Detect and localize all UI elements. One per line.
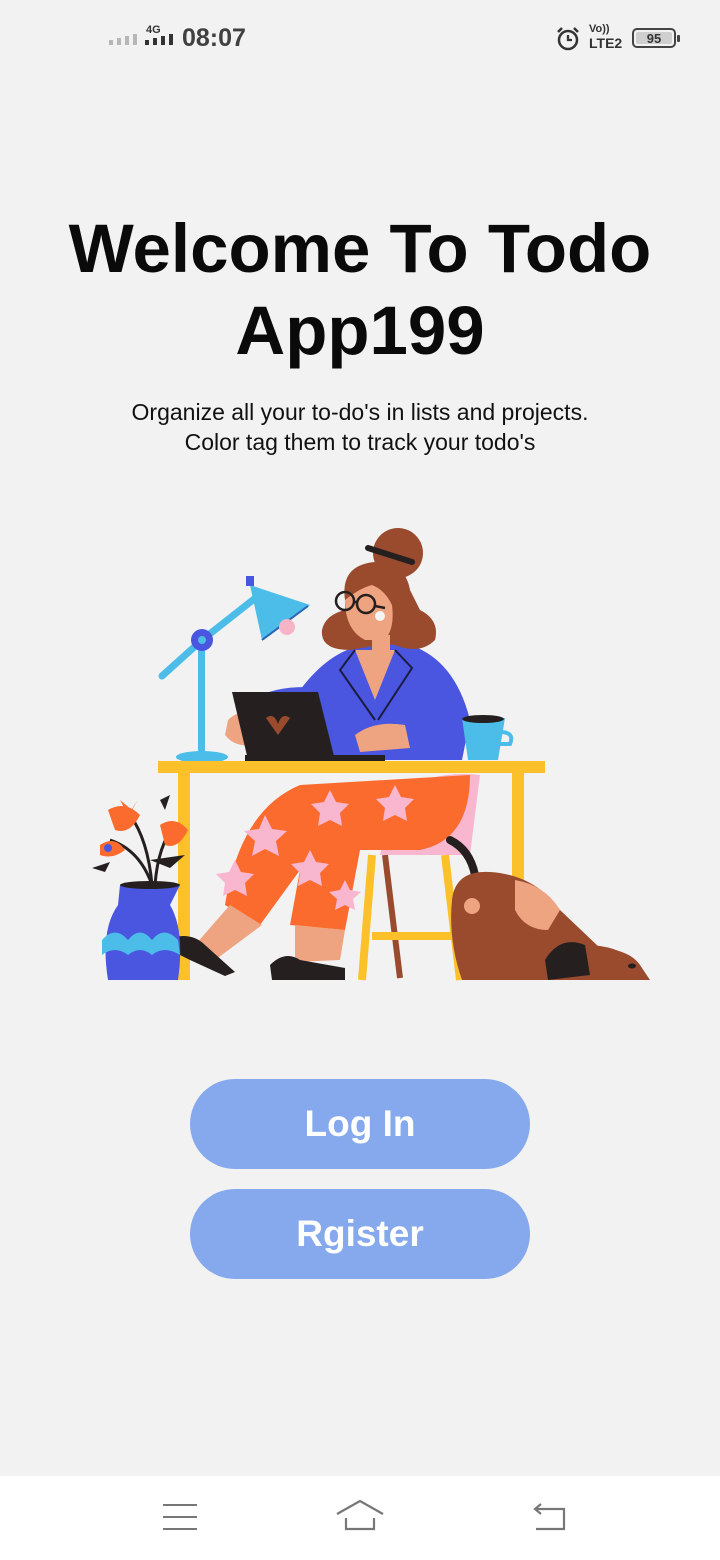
signal-icon (109, 34, 137, 45)
flower-vase (92, 795, 188, 980)
battery-level: 95 (636, 32, 672, 45)
status-time: 08:07 (182, 24, 246, 52)
menu-icon[interactable] (163, 1504, 197, 1532)
register-button[interactable]: Rgister (190, 1189, 530, 1279)
welcome-subtitle: Organize all your to-do's in lists and p… (60, 397, 660, 457)
dog (446, 836, 650, 980)
status-bar: 4G 08:07 Vo)) LTE2 95 (0, 0, 720, 78)
back-icon[interactable] (530, 1501, 568, 1533)
woman-at-desk-illustration (92, 528, 650, 981)
navigation-bar (0, 1476, 720, 1560)
welcome-title: Welcome To Todo App199 (68, 210, 652, 369)
woman-head (321, 528, 436, 653)
log-in-button[interactable]: Log In (190, 1079, 530, 1169)
home-icon[interactable] (334, 1498, 386, 1532)
volte-indicator: Vo)) LTE2 (589, 23, 623, 51)
subtitle-line-1: Organize all your to-do's in lists and p… (131, 399, 589, 425)
signal-icon (145, 34, 173, 45)
battery-icon: 95 (632, 28, 680, 48)
subtitle-line-2: Color tag them to track your todo's (184, 429, 536, 455)
alarm-icon (557, 27, 579, 51)
coffee-cup (462, 715, 514, 760)
